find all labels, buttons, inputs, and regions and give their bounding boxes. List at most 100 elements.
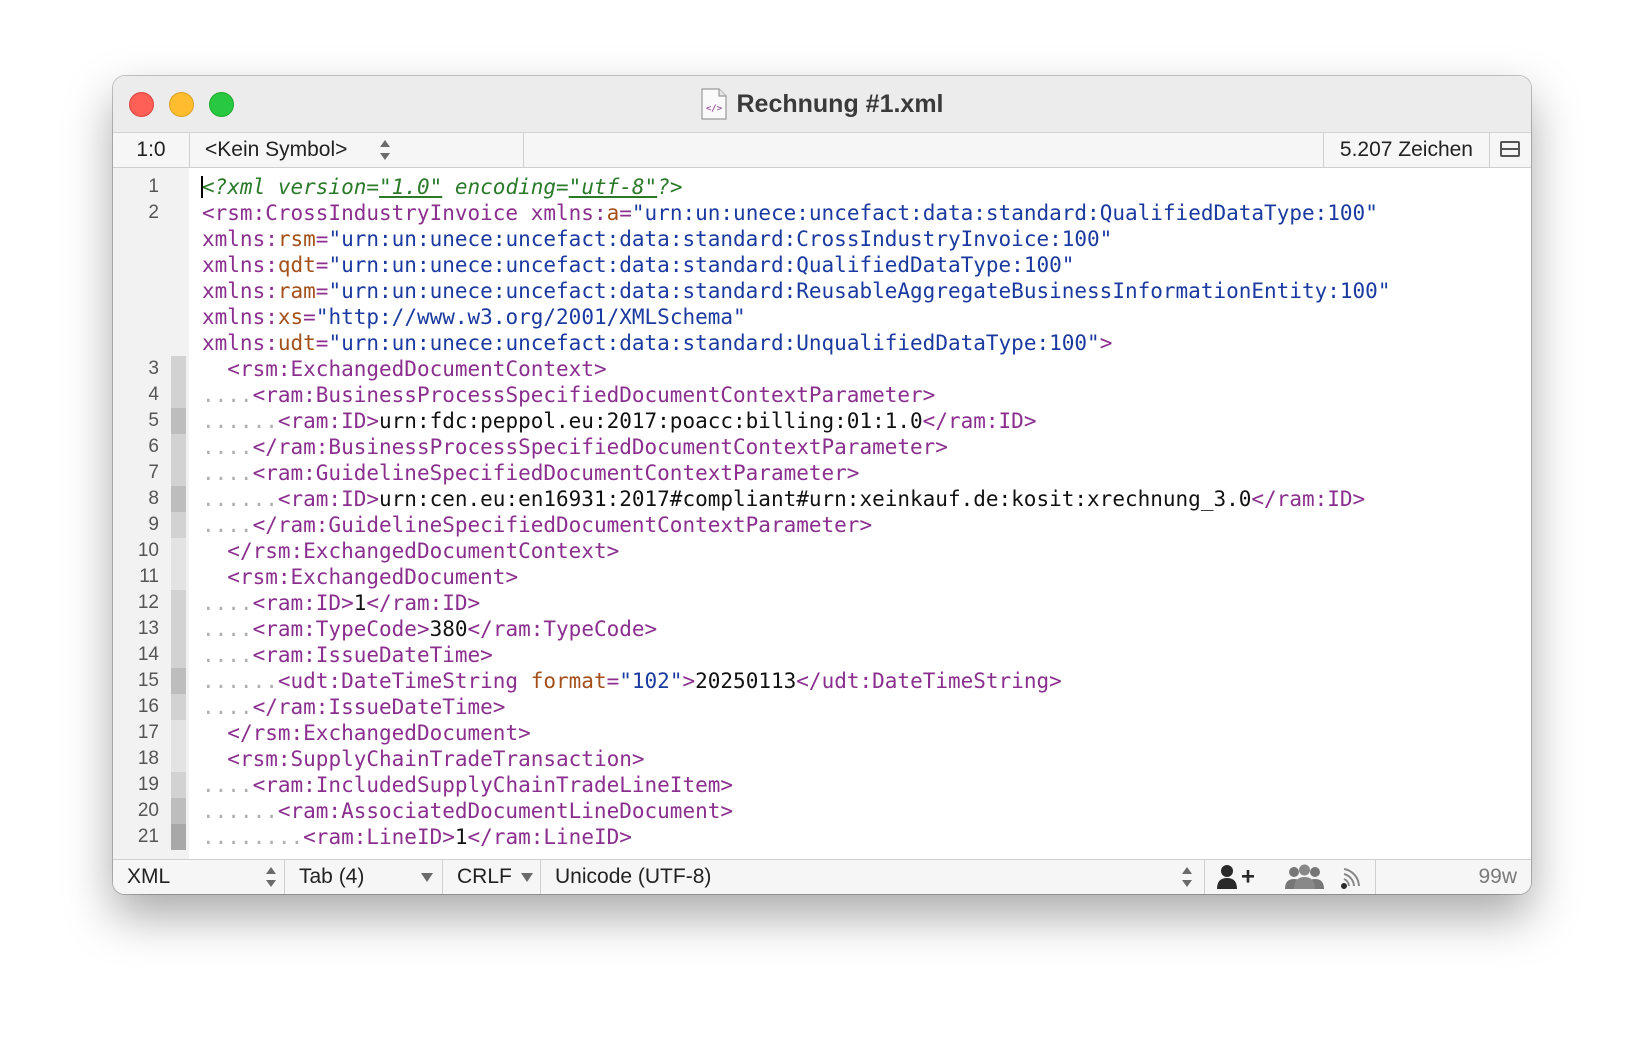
indent-guide: ........ <box>202 825 304 849</box>
token-tag: > <box>1099 331 1113 355</box>
code-line[interactable]: 3 <rsm:ExchangedDocumentContext> <box>113 356 1531 382</box>
syntax-mode-label: XML <box>127 865 171 888</box>
token-tag: > <box>682 669 696 693</box>
code-text: ....<ram:ID>1</ram:ID> <box>202 590 480 616</box>
code-text: xmlns:udt="urn:un:unece:uncefact:data:st… <box>202 330 1112 356</box>
code-line[interactable]: 8 ......<ram:ID>urn:cen.eu:en16931:2017#c… <box>113 486 1531 512</box>
encoding-popup[interactable]: Unicode (UTF-8) <box>541 860 1205 894</box>
code-line[interactable]: 5 ......<ram:ID>urn:fdc:peppol.eu:2017:po… <box>113 408 1531 434</box>
code-line[interactable]: 14 ....<ram:IssueDateTime> <box>113 642 1531 668</box>
indent-guide: ...... <box>202 669 278 693</box>
line-number: 21 <box>137 826 159 847</box>
code-line[interactable]: 12 ....<ram:ID>1</ram:ID> <box>113 590 1531 616</box>
code-line[interactable]: xmlns:xs="http://www.w3.org/2001/XMLSche… <box>113 304 1531 330</box>
fold-indicator[interactable] <box>171 590 186 616</box>
fold-indicator[interactable] <box>171 772 186 798</box>
token-tag: </ram:ID> <box>922 409 1037 433</box>
code-line[interactable]: xmlns:ram="urn:un:unece:uncefact:data:st… <box>113 278 1531 304</box>
code-line[interactable]: 1 <?xml version="1.0" encoding="utf-8"?> <box>113 174 1531 200</box>
code-line[interactable]: 15 ......<udt:DateTimeString format="102"… <box>113 668 1531 694</box>
line-ending-label: CRLF <box>457 865 512 888</box>
split-view-button[interactable] <box>1489 133 1531 167</box>
fold-indicator[interactable] <box>171 382 186 408</box>
token-tag: xmlns: <box>202 305 278 329</box>
title-bar: </> Rechnung #1.xml <box>113 76 1531 133</box>
fold-indicator[interactable] <box>171 434 186 460</box>
code-line[interactable]: 13 ....<ram:TypeCode>380</ram:TypeCode> <box>113 616 1531 642</box>
token-tag: </rsm:ExchangedDocument> <box>227 721 531 745</box>
fold-indicator[interactable] <box>171 824 186 850</box>
code-line[interactable]: 10 </rsm:ExchangedDocumentContext> <box>113 538 1531 564</box>
collaborators-button[interactable] <box>1281 860 1329 894</box>
fold-indicator[interactable] <box>171 408 186 434</box>
code-text: ....<ram:GuidelineSpecifiedDocumentConte… <box>202 460 859 486</box>
code-line[interactable]: 16 ....</ram:IssueDateTime> <box>113 694 1531 720</box>
navigation-bar: 1:0 <Kein Symbol> 5.207 Zeichen <box>113 133 1531 168</box>
add-user-button[interactable] <box>1213 860 1259 894</box>
chevron-updown-icon <box>379 137 391 163</box>
token-tag: </ram:BusinessProcessSpecifiedDocumentCo… <box>252 435 948 459</box>
token-value: "urn:un:unece:uncefact:data:standard:Qua… <box>631 201 1378 225</box>
token-tag: xmlns: <box>202 253 278 277</box>
tab-width-popup[interactable]: Tab (4) <box>285 860 443 894</box>
line-number: 9 <box>148 514 159 535</box>
token-tag: </udt:DateTimeString> <box>796 669 1062 693</box>
token-decl: encoding= <box>442 175 569 199</box>
code-line[interactable]: 6 ....</ram:BusinessProcessSpecifiedDocum… <box>113 434 1531 460</box>
line-number: 5 <box>148 410 159 431</box>
line-number: 14 <box>137 644 159 665</box>
code-text: ....<ram:IssueDateTime> <box>202 642 493 668</box>
token-value: "http://www.w3.org/2001/XMLSchema" <box>315 305 746 329</box>
code-line[interactable]: 20 ......<ram:AssociatedDocumentLineDocum… <box>113 798 1531 824</box>
line-number: 8 <box>148 488 159 509</box>
code-line[interactable]: 9 ....</ram:GuidelineSpecifiedDocumentCon… <box>113 512 1531 538</box>
code-line[interactable]: 17 </rsm:ExchangedDocument> <box>113 720 1531 746</box>
fold-indicator[interactable] <box>171 356 186 382</box>
code-text: <rsm:CrossIndustryInvoice xmlns:a="urn:u… <box>202 200 1378 226</box>
fold-indicator[interactable] <box>171 538 186 564</box>
code-line[interactable]: 21 ........<ram:LineID>1</ram:LineID> <box>113 824 1531 850</box>
fold-indicator[interactable] <box>171 564 186 590</box>
token-decl: ?> <box>657 175 683 199</box>
fold-indicator[interactable] <box>171 512 186 538</box>
code-line[interactable]: 2 <rsm:CrossIndustryInvoice xmlns:a="urn:… <box>113 200 1531 226</box>
fold-indicator[interactable] <box>171 460 186 486</box>
fold-indicator[interactable] <box>171 668 186 694</box>
code-line[interactable]: 19 ....<ram:IncludedSupplyChainTradeLineI… <box>113 772 1531 798</box>
code-line[interactable]: xmlns:rsm="urn:un:unece:uncefact:data:st… <box>113 226 1531 252</box>
code-line[interactable]: xmlns:udt="urn:un:unece:uncefact:data:st… <box>113 330 1531 356</box>
token-tag: <rsm:CrossIndustryInvoice <box>202 201 531 225</box>
fold-indicator[interactable] <box>171 642 186 668</box>
fold-indicator[interactable] <box>171 486 186 512</box>
token-decl-u: "1.0" <box>379 175 443 199</box>
token-attr: udt <box>277 331 316 355</box>
cursor-position[interactable]: 1:0 <box>113 133 190 167</box>
token-tag: <ram:BusinessProcessSpecifiedDocumentCon… <box>252 383 936 407</box>
code-line[interactable]: 11 <rsm:ExchangedDocument> <box>113 564 1531 590</box>
token-text: 20250113 <box>695 669 797 693</box>
token-tag: <rsm:SupplyChainTradeTransaction> <box>227 747 645 771</box>
token-text: 380 <box>429 617 468 641</box>
code-line[interactable]: 18 <rsm:SupplyChainTradeTransaction> <box>113 746 1531 772</box>
syntax-mode-popup[interactable]: XML <box>113 860 285 894</box>
code-line[interactable]: 7 ....<ram:GuidelineSpecifiedDocumentCont… <box>113 460 1531 486</box>
token-value: "urn:un:unece:uncefact:data:standard:Unq… <box>328 331 1100 355</box>
fold-indicator[interactable] <box>171 720 186 746</box>
code-line[interactable]: 4 ....<ram:BusinessProcessSpecifiedDocume… <box>113 382 1531 408</box>
fold-indicator[interactable] <box>171 798 186 824</box>
add-user-icon <box>1217 865 1254 889</box>
token-tag: <rsm:ExchangedDocumentContext> <box>227 357 607 381</box>
fold-indicator[interactable] <box>171 746 186 772</box>
connection-status[interactable] <box>1335 860 1369 894</box>
code-text: xmlns:qdt="urn:un:unece:uncefact:data:st… <box>202 252 1074 278</box>
token-value: "urn:un:unece:uncefact:data:standard:Cro… <box>328 227 1113 251</box>
token-value: "102" <box>619 669 683 693</box>
line-ending-popup[interactable]: CRLF <box>443 860 541 894</box>
svg-text:</>: </> <box>705 104 722 114</box>
fold-indicator[interactable] <box>171 694 186 720</box>
code-text: ....</ram:BusinessProcessSpecifiedDocume… <box>202 434 948 460</box>
symbol-popup[interactable]: <Kein Symbol> <box>189 133 524 167</box>
code-editor[interactable]: 1 <?xml version="1.0" encoding="utf-8"?> 2… <box>113 168 1531 894</box>
fold-indicator[interactable] <box>171 616 186 642</box>
code-line[interactable]: xmlns:qdt="urn:un:unece:uncefact:data:st… <box>113 252 1531 278</box>
